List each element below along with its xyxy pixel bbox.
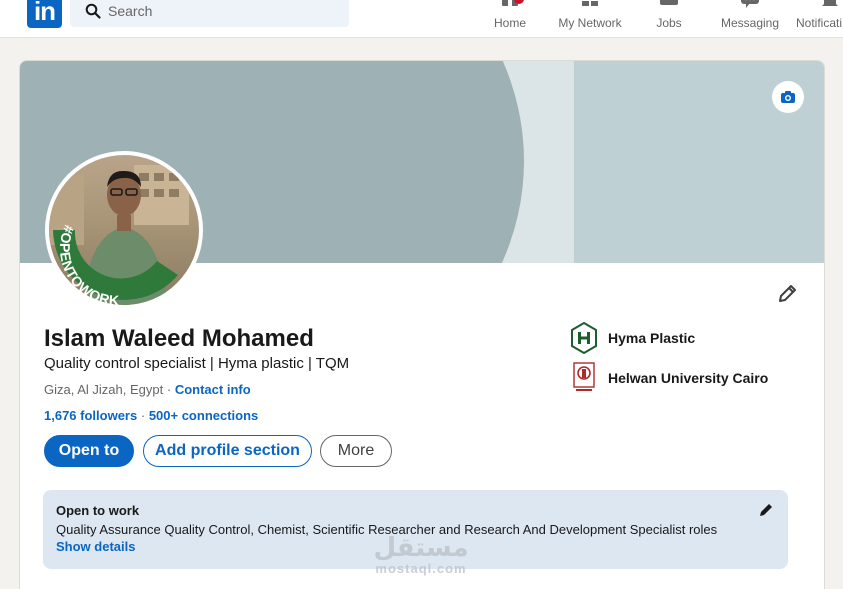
open-to-work-frame: #OPENTOWORK (53, 223, 178, 308)
open-to-button[interactable]: Open to (44, 435, 134, 467)
connections-link[interactable]: 500+ connections (149, 408, 258, 423)
nav-messaging[interactable]: Messaging (717, 0, 783, 38)
nav-jobs[interactable]: Jobs (650, 0, 688, 38)
nav-home[interactable]: Home (486, 0, 534, 38)
nav-notifications[interactable]: Notificati (796, 0, 843, 38)
bell-icon (822, 0, 838, 6)
hyma-logo-icon (571, 322, 597, 354)
edit-open-to-work-pencil-icon[interactable] (758, 502, 774, 518)
profile-name: Islam Waleed Mohamed (44, 325, 314, 352)
contact-info-link[interactable]: Contact info (175, 382, 251, 397)
nav-my-network[interactable]: My Network (552, 0, 628, 38)
search-icon (85, 3, 101, 19)
briefcase-icon (660, 0, 678, 5)
stats-separator: · (140, 408, 146, 423)
watermark-latin: mostaql.com (375, 561, 467, 576)
experience-hyma-label: Hyma Plastic (608, 330, 696, 346)
edit-intro-pencil-icon[interactable] (776, 283, 798, 305)
profile-stats-row: 1,676 followers · 500+ connections (44, 408, 258, 423)
nav-notifications-label: Notificati (796, 16, 843, 30)
search-box[interactable] (70, 0, 349, 27)
edit-banner-button[interactable] (772, 81, 804, 113)
nav-my-network-label: My Network (558, 16, 622, 30)
open-to-work-title: Open to work (56, 503, 140, 518)
nav-messaging-label: Messaging (720, 16, 780, 30)
camera-icon (781, 91, 795, 103)
nav-home-label: Home (493, 16, 526, 30)
show-details-link[interactable]: Show details (56, 539, 135, 554)
chat-icon (741, 0, 759, 8)
top-navigation-bar: in Home My Network Jobs (0, 0, 843, 38)
profile-headline: Quality control specialist | Hyma plasti… (44, 355, 350, 372)
search-input[interactable] (108, 2, 328, 20)
experience-helwan-label: Helwan University Cairo (608, 370, 769, 386)
followers-link[interactable]: 1,676 followers (44, 408, 137, 423)
location-separator: · (166, 382, 172, 397)
network-icon (582, 1, 598, 6)
helwan-university-logo-icon (573, 362, 595, 391)
profile-location: Giza, Al Jizah, Egypt (44, 382, 164, 397)
profile-photo[interactable]: #OPENTOWORK (45, 151, 203, 309)
nav-jobs-label: Jobs (656, 16, 682, 30)
linkedin-logo[interactable]: in (27, 0, 62, 28)
add-profile-section-button[interactable]: Add profile section (143, 435, 312, 467)
more-button[interactable]: More (320, 435, 392, 467)
watermark-arabic: مستقل (373, 533, 469, 563)
watermark: مستقل mostaql.com (350, 535, 492, 576)
profile-location-row: Giza, Al Jizah, Egypt · Contact info (44, 382, 251, 397)
profile-card: #OPENTOWORK Islam Waleed Mohamed Quality… (19, 60, 825, 589)
